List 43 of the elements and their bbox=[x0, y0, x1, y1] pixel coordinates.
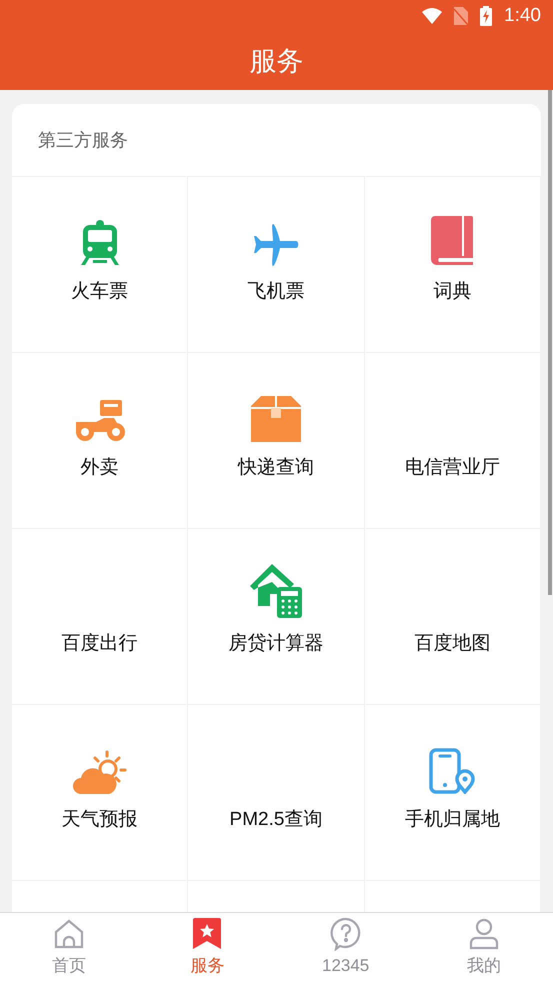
service-tile[interactable]: 电信营业厅 bbox=[364, 352, 541, 528]
service-label: 天气预报 bbox=[62, 808, 138, 832]
service-tile[interactable]: PM2.5查询 bbox=[188, 704, 365, 880]
user-icon bbox=[468, 918, 499, 950]
sun-cloud-icon bbox=[72, 750, 127, 794]
service-label: 手机归属地 bbox=[404, 808, 500, 832]
service-label: 外卖 bbox=[80, 456, 119, 480]
home-icon bbox=[53, 918, 86, 950]
service-label: 百度出行 bbox=[62, 632, 138, 656]
train-icon bbox=[80, 220, 120, 266]
service-label: 火车票 bbox=[71, 280, 128, 304]
service-tile[interactable]: 手机归属地 bbox=[364, 704, 541, 880]
bookmark-star-icon bbox=[193, 918, 222, 950]
service-label: 电信营业厅 bbox=[404, 456, 500, 480]
house-calculator-icon bbox=[250, 564, 302, 618]
service-label: 房贷计算器 bbox=[228, 632, 324, 656]
service-label: 飞机票 bbox=[247, 280, 304, 304]
service-tile[interactable]: 词典 bbox=[364, 176, 541, 352]
section-title: 第三方服务 bbox=[38, 128, 128, 152]
service-tile[interactable]: 外卖 bbox=[12, 352, 188, 528]
service-tile[interactable]: 火车票 bbox=[12, 176, 188, 352]
service-label: 快递查询 bbox=[238, 456, 314, 480]
service-tile[interactable]: 房贷计算器 bbox=[188, 528, 365, 704]
parcel-box-icon bbox=[250, 396, 301, 442]
status-time: 1:40 bbox=[504, 4, 541, 28]
page-title: 服务 bbox=[250, 44, 304, 78]
service-tile[interactable]: 飞机票 bbox=[188, 176, 365, 352]
no-sim-icon bbox=[454, 7, 468, 25]
service-tile[interactable]: 天气预报 bbox=[12, 704, 188, 880]
service-tile[interactable]: 百度地图 bbox=[364, 528, 541, 704]
service-tile[interactable]: 快递查询 bbox=[188, 352, 365, 528]
battery-charging-icon bbox=[480, 6, 492, 26]
phone-location-icon bbox=[429, 748, 476, 794]
airplane-icon bbox=[252, 224, 299, 266]
service-label: 百度地图 bbox=[414, 632, 490, 656]
help-icon bbox=[330, 917, 362, 952]
book-icon bbox=[431, 216, 474, 266]
service-tile[interactable]: 百度出行 bbox=[12, 528, 188, 704]
service-label: PM2.5查询 bbox=[230, 808, 322, 832]
scooter-icon bbox=[74, 400, 126, 442]
service-label: 词典 bbox=[433, 280, 472, 304]
tab-item[interactable]: 服务 bbox=[138, 913, 276, 983]
wifi-icon bbox=[422, 8, 442, 24]
